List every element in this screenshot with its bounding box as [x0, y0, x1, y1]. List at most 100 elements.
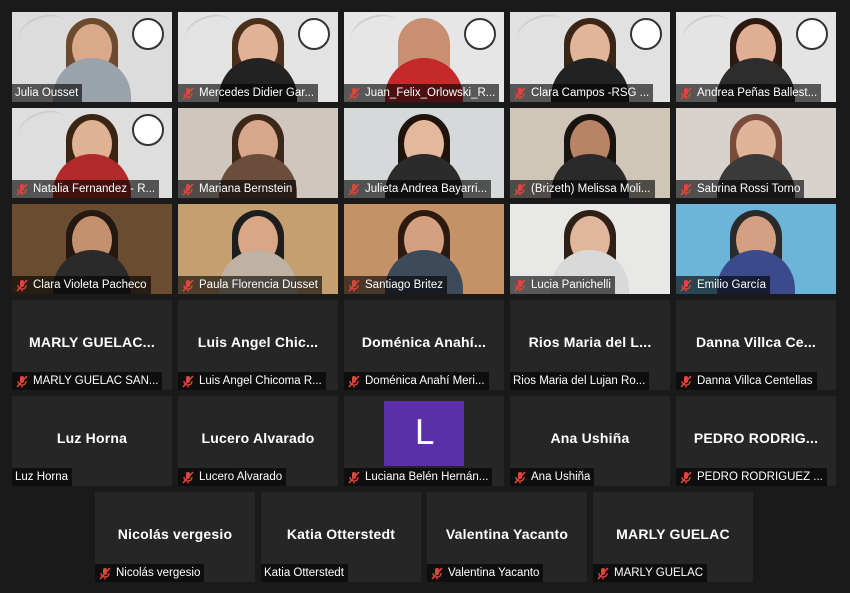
participant-name-label: Natalia Fernandez - R... — [12, 180, 160, 198]
participant-name-label: Valentina Yacanto — [427, 564, 544, 582]
participant-name-label: Doménica Anahí Meri... — [344, 372, 489, 390]
participant-display-name: Valentina Yacanto — [445, 526, 569, 542]
microphone-off-icon — [514, 182, 526, 196]
participant-name-text: MARLY GUELAC — [614, 567, 704, 579]
participant-name-label: Mariana Bernstein — [178, 180, 297, 198]
participant-name-label: Luis Angel Chicoma R... — [178, 372, 326, 390]
participant-name-label: Sabrina Rossi Torno — [676, 180, 805, 198]
participant-name-label: (Brizeth) Melissa Moli... — [510, 180, 655, 198]
participant-name-label: Juan_Felix_Orlowski_R... — [344, 84, 500, 102]
participant-tile[interactable]: Lucero Alvarado Lucero Alvarado — [178, 396, 338, 486]
participant-tile[interactable]: Rios Maria del L... Rios Maria del Lujan … — [510, 300, 670, 390]
dna-helix-graphic — [678, 12, 736, 56]
microphone-off-icon — [680, 278, 692, 292]
dna-helix-graphic — [14, 108, 72, 152]
participant-name-label: Danna Villca Centellas — [676, 372, 817, 390]
participant-tile[interactable]: Natalia Fernandez - R... — [12, 108, 172, 198]
participant-tile[interactable]: Clara Campos -RSG ... — [510, 12, 670, 102]
participant-display-name: Lucero Alvarado — [201, 430, 315, 446]
participant-tile[interactable]: Danna Villca Ce... Danna Villca Centellas — [676, 300, 836, 390]
participant-name-text: PEDRO RODRIGUEZ ... — [697, 471, 823, 483]
participant-name-label: Andrea Peñas Ballest... — [676, 84, 822, 102]
participant-name-text: Paula Florencia Dusset — [199, 279, 318, 291]
participant-name-text: Sabrina Rossi Torno — [697, 183, 801, 195]
participant-name-label: Clara Campos -RSG ... — [510, 84, 654, 102]
participant-name-text: Luciana Belén Hernán... — [365, 471, 489, 483]
participant-tile[interactable]: Sabrina Rossi Torno — [676, 108, 836, 198]
participant-display-name: MARLY GUELAC — [616, 526, 730, 542]
participant-tile[interactable]: Juan_Felix_Orlowski_R... — [344, 12, 504, 102]
participant-name-label: Lucero Alvarado — [178, 468, 287, 486]
microphone-off-icon — [348, 86, 360, 100]
participant-tile[interactable]: MARLY GUELAC... MARLY GUELAC SAN... — [12, 300, 172, 390]
microphone-off-icon — [16, 374, 28, 388]
participant-tile[interactable]: Doménica Anahí... Doménica Anahí Meri... — [344, 300, 504, 390]
microphone-off-icon — [348, 374, 360, 388]
microphone-off-icon — [182, 278, 194, 292]
microphone-off-icon — [348, 278, 360, 292]
microphone-off-icon — [514, 470, 526, 484]
participant-name-text: Andrea Peñas Ballest... — [697, 87, 818, 99]
participant-tile[interactable]: Luz Horna Luz Horna — [12, 396, 172, 486]
participant-name-label: Clara Violeta Pacheco — [12, 276, 151, 294]
participant-tile[interactable]: Julia Ousset — [12, 12, 172, 102]
participant-name-text: Doménica Anahí Meri... — [365, 375, 485, 387]
participant-name-text: Danna Villca Centellas — [697, 375, 813, 387]
participant-tile[interactable]: Ana Ushiña Ana Ushiña — [510, 396, 670, 486]
participant-tile[interactable]: Katia Otterstedt Katia Otterstedt — [261, 492, 421, 582]
microphone-off-icon — [182, 182, 194, 196]
participant-display-name: Luis Angel Chic... — [197, 334, 319, 350]
participant-tile[interactable]: Lucia Panichelli — [510, 204, 670, 294]
participant-display-name: Katia Otterstedt — [286, 526, 396, 542]
participant-tile[interactable]: Clara Violeta Pacheco — [12, 204, 172, 294]
microphone-off-icon — [182, 374, 194, 388]
participant-tile[interactable]: PEDRO RODRIG... PEDRO RODRIGUEZ ... — [676, 396, 836, 486]
avatar: L — [384, 401, 464, 466]
participant-name-label: Luciana Belén Hernán... — [344, 468, 493, 486]
participant-name-label: Julia Ousset — [12, 84, 83, 102]
participant-name-text: Mercedes Didier Gar... — [199, 87, 315, 99]
participant-name-text: (Brizeth) Melissa Moli... — [531, 183, 651, 195]
participant-tile[interactable]: MARLY GUELAC MARLY GUELAC — [593, 492, 753, 582]
participant-name-text: Clara Violeta Pacheco — [33, 279, 147, 291]
microphone-off-icon — [680, 182, 692, 196]
participant-display-name: Luz Horna — [56, 430, 128, 446]
participant-tile[interactable]: Emilio García — [676, 204, 836, 294]
event-logo — [132, 114, 164, 146]
participant-tile[interactable]: Mercedes Didier Gar... — [178, 12, 338, 102]
participant-tile[interactable]: (Brizeth) Melissa Moli... — [510, 108, 670, 198]
participant-tile[interactable]: Andrea Peñas Ballest... — [676, 12, 836, 102]
dna-helix-graphic — [180, 12, 238, 56]
participant-tile[interactable]: L Luciana Belén Hernán... — [344, 396, 504, 486]
participant-display-name: Rios Maria del L... — [528, 334, 652, 350]
microphone-off-icon — [348, 470, 360, 484]
participant-tile[interactable]: Valentina Yacanto Valentina Yacanto — [427, 492, 587, 582]
participant-name-text: Nicolás vergesio — [116, 567, 201, 579]
participant-display-name: Ana Ushiña — [550, 430, 630, 446]
microphone-off-icon — [16, 278, 28, 292]
microphone-off-icon — [680, 470, 692, 484]
participant-name-label: Paula Florencia Dusset — [178, 276, 322, 294]
participant-name-text: Lucia Panichelli — [531, 279, 611, 291]
participant-tile[interactable]: Paula Florencia Dusset — [178, 204, 338, 294]
participant-tile[interactable]: Santiago Britez — [344, 204, 504, 294]
participant-tile[interactable]: Julieta Andrea Bayarri... — [344, 108, 504, 198]
participant-name-label: Katia Otterstedt — [261, 564, 348, 582]
dna-helix-graphic — [14, 12, 72, 56]
participant-name-text: Lucero Alvarado — [199, 471, 283, 483]
microphone-off-icon — [514, 86, 526, 100]
participant-name-label: MARLY GUELAC SAN... — [12, 372, 163, 390]
participant-name-text: Clara Campos -RSG ... — [531, 87, 650, 99]
event-logo — [298, 18, 330, 50]
participant-name-text: Natalia Fernandez - R... — [33, 183, 156, 195]
event-logo — [796, 18, 828, 50]
participant-name-text: Luz Horna — [15, 471, 69, 483]
participant-name-text: Ana Ushiña — [531, 471, 591, 483]
microphone-off-icon — [182, 470, 194, 484]
participant-tile[interactable]: Nicolás vergesio Nicolás vergesio — [95, 492, 255, 582]
participant-name-label: Rios Maria del Lujan Ro... — [510, 372, 650, 390]
participant-tile[interactable]: Mariana Bernstein — [178, 108, 338, 198]
participant-name-label: Julieta Andrea Bayarri... — [344, 180, 492, 198]
participant-tile[interactable]: Luis Angel Chic... Luis Angel Chicoma R..… — [178, 300, 338, 390]
microphone-off-icon — [680, 374, 692, 388]
